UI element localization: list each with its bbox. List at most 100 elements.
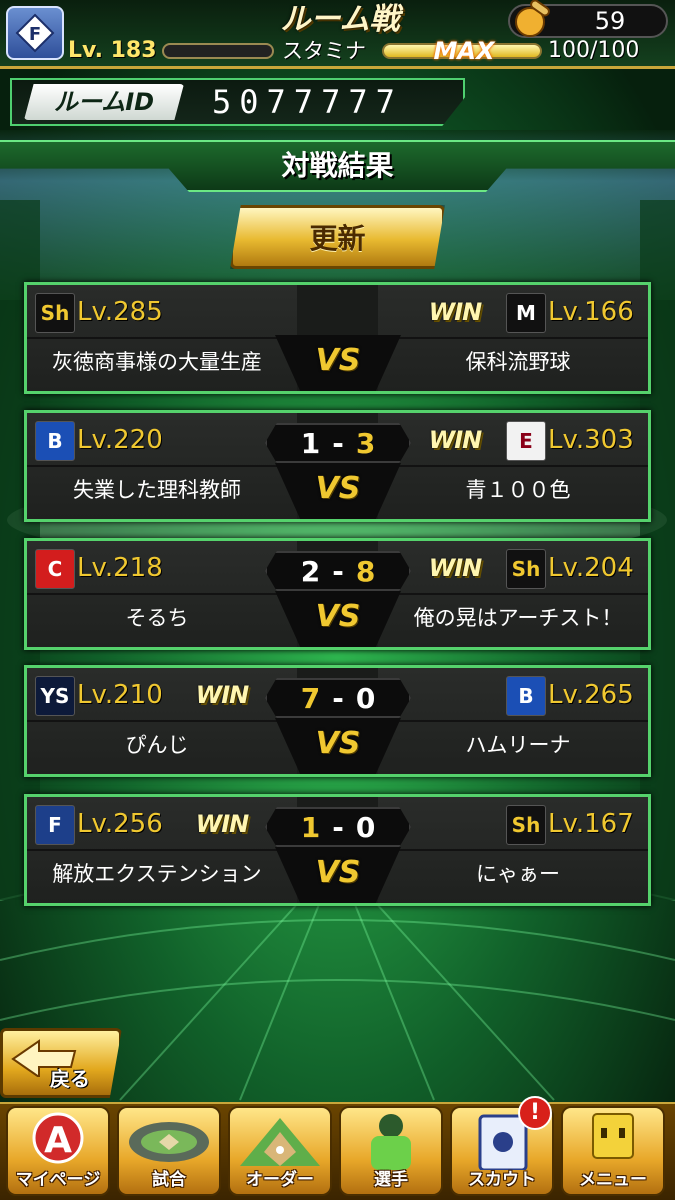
match-card[interactable]: YS Lv.210 WIN ぴんじ B Lv.265 ハムリーナ 7 - 0 V… (24, 665, 651, 777)
match-card[interactable]: F Lv.256 WIN 解放エクステンション Sh Lv.167 にゃぁー 1… (24, 794, 651, 906)
player-name: 青１００色 (465, 478, 571, 502)
team-logo-icon: F (15, 13, 55, 53)
team-logo-icon: YS (35, 676, 75, 716)
score-box: 1 - 3 (265, 423, 411, 463)
score-right: 3 (355, 426, 376, 460)
score-left: 1 (300, 810, 321, 844)
screen-title: ルーム戦 (280, 2, 400, 37)
home-side: F Lv.256 WIN 解放エクステンション (27, 797, 297, 903)
win-badge: WIN (428, 298, 483, 326)
match-card[interactable]: B Lv.220 失業した理科教師 WIN E Lv.303 青１００色 1 -… (24, 410, 651, 522)
win-badge: WIN (428, 426, 483, 454)
team-logo-icon: Sh (506, 549, 546, 589)
away-side: WIN Sh Lv.204 俺の晃はアーチスト！ (378, 541, 648, 647)
refresh-button[interactable]: 更新 (230, 205, 445, 269)
team-logo-icon: B (35, 421, 75, 461)
score-box: 7 - 0 (265, 678, 411, 718)
scout-alert-badge: ! (518, 1096, 552, 1130)
home-side: YS Lv.210 WIN ぴんじ (27, 668, 297, 774)
nav-item-label: 試合 (152, 1170, 186, 1190)
score-right: 0 (355, 681, 376, 715)
vs-label: VS (315, 726, 361, 761)
nav-item-label: メニュー (579, 1170, 647, 1190)
nav-item-label: スカウト (468, 1170, 536, 1190)
team-logo-icon: B (506, 676, 546, 716)
score-left: 1 (300, 426, 321, 460)
player-level: Lv.285 (77, 297, 163, 327)
nav-item[interactable]: メニュー (561, 1106, 665, 1196)
score-left: 7 (300, 681, 321, 715)
experience-bar (162, 43, 274, 59)
player-name: 解放エクステンション (52, 862, 262, 886)
win-badge: WIN (195, 810, 250, 838)
player-level: Lv.166 (548, 297, 634, 327)
stamina-label: スタミナ (282, 39, 366, 63)
nav-item-label: マイページ (15, 1170, 101, 1190)
score-box: 2 - 8 (265, 551, 411, 591)
team-logo-icon: Sh (506, 805, 546, 845)
win-badge: WIN (195, 681, 250, 709)
mypage-icon: A (32, 1112, 84, 1164)
vs-label: VS (315, 599, 361, 634)
stamina-max-label: MAX (433, 37, 495, 65)
nav-item[interactable]: 選手 (339, 1106, 443, 1196)
team-badge[interactable]: F (6, 6, 64, 60)
player-level: Lv.210 (77, 680, 163, 710)
match-card[interactable]: C Lv.218 そるち WIN Sh Lv.204 俺の晃はアーチスト！ 2 … (24, 538, 651, 650)
player-level: Lv.220 (77, 425, 163, 455)
score-separator: - (332, 810, 344, 844)
team-logo-icon: C (35, 549, 75, 589)
player-level: Lv.256 (77, 809, 163, 839)
nav-item-label: オーダー (246, 1170, 314, 1190)
player-level: Lv.303 (548, 425, 634, 455)
player-name: 失業した理科教師 (73, 478, 241, 502)
team-logo-icon: E (506, 421, 546, 461)
home-side: Sh Lv.285 灰徳商事様の大量生産 (27, 285, 297, 391)
player-level: Lv.204 (548, 553, 634, 583)
refresh-button-label: 更新 (309, 222, 366, 255)
score-separator: - (332, 426, 344, 460)
field-icon (240, 1118, 320, 1166)
player-name: 保科流野球 (465, 350, 571, 374)
away-side: WIN E Lv.303 青１００色 (378, 413, 648, 519)
player-level: Lv.167 (548, 809, 634, 839)
nav-item[interactable]: 試合 (117, 1106, 221, 1196)
vs-label: VS (315, 855, 361, 890)
score-separator: - (332, 681, 344, 715)
team-logo-icon: M (506, 293, 546, 333)
away-side: WIN M Lv.166 保科流野球 (378, 285, 648, 391)
home-side: B Lv.220 失業した理科教師 (27, 413, 297, 519)
nav-item[interactable]: オーダー (228, 1106, 332, 1196)
user-level: Lv. 183 (68, 38, 157, 63)
score-right: 8 (355, 554, 376, 588)
svg-text:A: A (44, 1120, 72, 1161)
score-box: 1 - 0 (265, 807, 411, 847)
score-separator: - (332, 554, 344, 588)
vs-label: VS (315, 343, 361, 378)
player-name: 灰徳商事様の大量生産 (52, 350, 262, 374)
token-count: 59 (594, 7, 626, 35)
match-card[interactable]: Sh Lv.285 灰徳商事様の大量生産 WIN M Lv.166 保科流野球 … (24, 282, 651, 394)
away-side: B Lv.265 ハムリーナ (378, 668, 648, 774)
home-side: C Lv.218 そるち (27, 541, 297, 647)
player-level: Lv.218 (77, 553, 163, 583)
nav-item[interactable]: A マイページ (6, 1106, 110, 1196)
team-logo-icon: Sh (35, 293, 75, 333)
back-button-label: 戻る (50, 1067, 90, 1091)
team-logo-icon: F (35, 805, 75, 845)
player-name: 俺の晃はアーチスト！ (413, 606, 623, 630)
room-id-label: ルームID (24, 84, 184, 120)
player-name: にゃぁー (476, 862, 560, 886)
stadium-icon (129, 1122, 209, 1162)
svg-text:F: F (29, 24, 41, 45)
nav-item-label: 選手 (374, 1170, 408, 1190)
player-level: Lv.265 (548, 680, 634, 710)
win-badge: WIN (428, 554, 483, 582)
stamina-value: 100/100 (548, 38, 640, 63)
player-icon (371, 1114, 411, 1170)
section-title: 対戦結果 (281, 149, 394, 182)
player-name: ぴんじ (125, 733, 189, 757)
vs-label: VS (315, 471, 361, 506)
player-name: ハムリーナ (465, 733, 571, 757)
away-side: Sh Lv.167 にゃぁー (378, 797, 648, 903)
